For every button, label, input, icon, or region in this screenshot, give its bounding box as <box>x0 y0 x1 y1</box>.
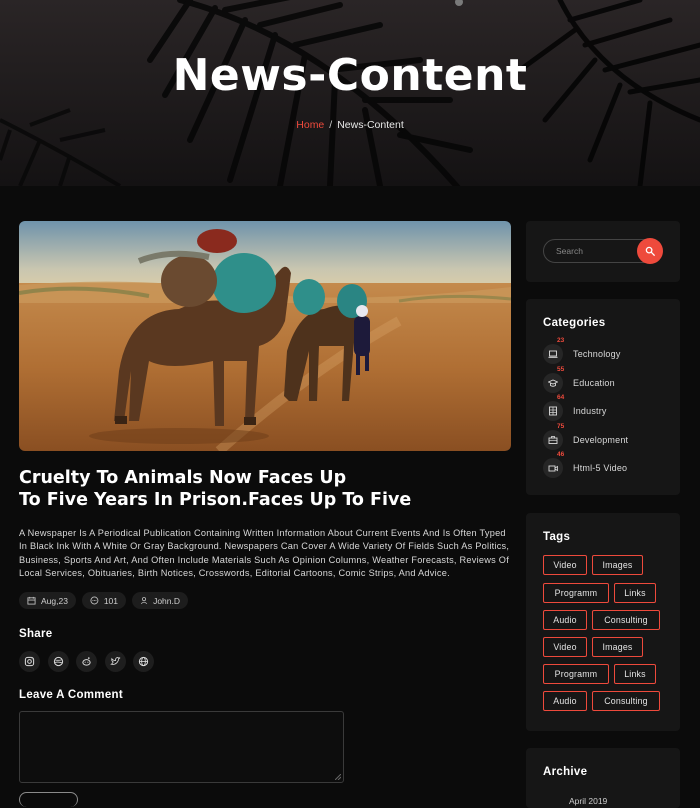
article-body: A Newspaper Is A Periodical Publication … <box>19 528 510 578</box>
search-card: Search <box>526 221 680 282</box>
tag-video[interactable]: Video <box>543 637 587 657</box>
category-label: Development <box>573 435 629 445</box>
tag-links[interactable]: Links <box>614 664 656 684</box>
meta-date: Aug,23 <box>19 592 76 609</box>
tags-heading: Tags <box>543 531 571 543</box>
search-button[interactable] <box>637 238 663 264</box>
category-education[interactable]: 55 Education <box>543 366 673 393</box>
share-dribbble-button[interactable] <box>48 651 69 672</box>
meta-comments: 101 <box>82 592 126 609</box>
share-reddit-button[interactable] <box>76 651 97 672</box>
breadcrumb-separator: / <box>329 119 333 131</box>
building-icon <box>543 401 563 421</box>
user-icon <box>140 597 148 605</box>
categories-heading: Categories <box>543 317 606 329</box>
category-count: 46 <box>557 451 565 458</box>
category-label: Industry <box>573 406 607 416</box>
categories-card: Categories 23 Technology 55 Education 64… <box>526 299 680 495</box>
article-title-line-1: Cruelty To Animals Now Faces Up <box>19 468 347 488</box>
tag-video[interactable]: Video <box>543 555 587 575</box>
share-twitter-button[interactable] <box>105 651 126 672</box>
archive-item[interactable]: April 2019 <box>569 796 607 806</box>
reddit-icon <box>82 657 91 666</box>
category-html5-video[interactable]: 46 Html-5 Video <box>543 451 673 478</box>
comment-heading: Leave A Comment <box>19 689 123 701</box>
meta-author: John.D <box>132 592 188 609</box>
tag-images[interactable]: Images <box>592 637 643 657</box>
category-industry[interactable]: 64 Industry <box>543 394 673 421</box>
comment-textarea[interactable] <box>19 711 344 783</box>
article-title: Cruelty To Animals Now Faces Up To Five … <box>19 467 499 511</box>
tag-images[interactable]: Images <box>592 555 643 575</box>
graduation-cap-icon <box>543 373 563 393</box>
page-hero: News-Content Home / News-Content <box>0 0 700 186</box>
calendar-icon <box>27 596 36 605</box>
globe-icon <box>138 656 149 667</box>
category-label: Html-5 Video <box>573 463 628 473</box>
comment-icon <box>90 596 99 605</box>
tag-consulting[interactable]: Consulting <box>592 610 660 630</box>
category-label: Education <box>573 378 615 388</box>
search-placeholder: Search <box>556 246 583 256</box>
briefcase-icon <box>543 430 563 450</box>
article-title-line-2: To Five Years In Prison.Faces Up To Five <box>19 490 412 510</box>
dribbble-icon <box>53 656 64 667</box>
tag-programm[interactable]: Programm <box>543 664 609 684</box>
tag-audio[interactable]: Audio <box>543 691 587 711</box>
search-icon <box>645 246 655 256</box>
tag-audio[interactable]: Audio <box>543 610 587 630</box>
category-count: 75 <box>557 423 565 430</box>
category-count: 55 <box>557 366 565 373</box>
category-count: 64 <box>557 394 565 401</box>
meta-author-name: John.D <box>153 595 180 606</box>
video-icon <box>543 458 563 478</box>
share-web-button[interactable] <box>133 651 154 672</box>
page-title: News-Content <box>172 50 528 101</box>
share-heading: Share <box>19 628 53 640</box>
breadcrumb-home-link[interactable]: Home <box>296 119 324 131</box>
archive-heading: Archive <box>543 766 588 778</box>
meta-comments-count: 101 <box>103 595 118 606</box>
article-image <box>19 221 511 451</box>
instagram-icon <box>24 656 35 667</box>
tags-card: Tags Video Images Programm Links Audio C… <box>526 513 680 731</box>
twitter-icon <box>110 657 121 665</box>
tag-programm[interactable]: Programm <box>543 583 609 603</box>
category-count: 23 <box>557 337 565 344</box>
category-technology[interactable]: 23 Technology <box>543 337 673 364</box>
category-label: Technology <box>573 349 621 359</box>
resize-handle-icon[interactable] <box>335 774 341 780</box>
share-instagram-button[interactable] <box>19 651 40 672</box>
archive-card: Archive April 2019 <box>526 748 680 808</box>
breadcrumb-current: News-Content <box>337 119 404 131</box>
laptop-icon <box>543 344 563 364</box>
tag-consulting[interactable]: Consulting <box>592 691 660 711</box>
breadcrumb: Home / News-Content <box>0 119 700 131</box>
meta-date-text: Aug,23 <box>41 595 68 606</box>
tag-links[interactable]: Links <box>614 583 656 603</box>
category-development[interactable]: 75 Development <box>543 423 673 450</box>
